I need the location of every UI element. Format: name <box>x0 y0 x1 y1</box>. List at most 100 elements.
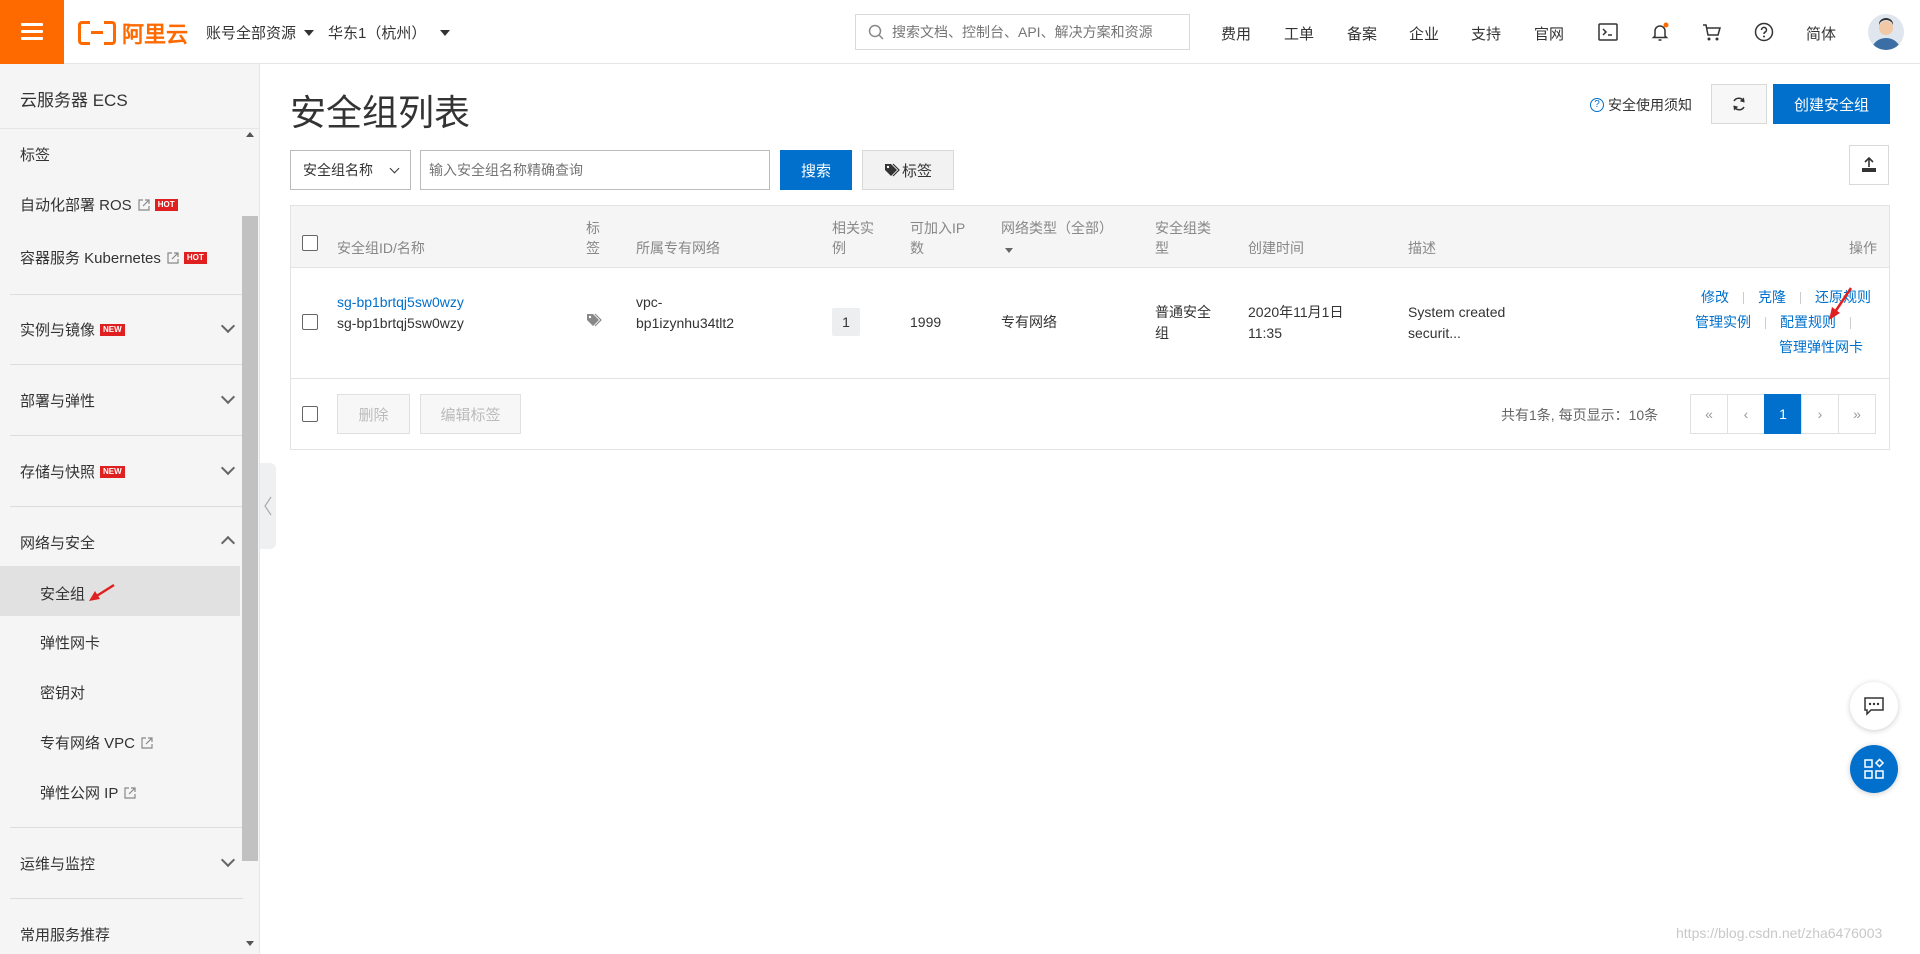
language-switch[interactable]: 简体 <box>1806 23 1836 44</box>
last-page-button[interactable]: » <box>1838 394 1876 434</box>
tag-icon[interactable] <box>586 313 604 329</box>
region-label: 华东1（杭州） <box>328 25 427 42</box>
select-all-checkbox[interactable] <box>302 235 318 251</box>
page-number-button[interactable]: 1 <box>1764 394 1802 434</box>
search-button[interactable]: 搜索 <box>780 150 852 190</box>
nav-icp-filing[interactable]: 备案 <box>1347 23 1377 44</box>
sidebar-item-eip[interactable]: 弹性公网 IP <box>40 782 136 803</box>
sidebar-item-ros[interactable]: 自动化部署 ROS HOT <box>20 194 178 215</box>
hot-badge: HOT <box>183 251 207 264</box>
edit-tags-button[interactable]: 编辑标签 <box>420 394 521 434</box>
filter-caret-icon[interactable] <box>1005 248 1013 253</box>
aliyun-logo[interactable]: 阿里云 <box>78 17 188 49</box>
sidebar-group-instances-images[interactable]: 实例与镜像 NEW <box>20 319 125 340</box>
related-instances-count[interactable]: 1 <box>832 308 860 336</box>
cart-icon[interactable] <box>1700 20 1724 44</box>
nav-tickets[interactable]: 工单 <box>1284 23 1314 44</box>
column-header-id-name: 安全组ID/名称 <box>337 240 425 256</box>
active-item-highlight <box>0 566 240 616</box>
sidebar-group-ops-monitoring[interactable]: 运维与监控 <box>20 853 95 874</box>
external-link-icon <box>138 198 150 211</box>
sidebar-group-storage-snapshots[interactable]: 存储与快照 NEW <box>20 461 125 482</box>
tag-filter-button[interactable]: 标签 <box>862 150 954 190</box>
delete-button[interactable]: 删除 <box>337 394 410 434</box>
external-link-icon <box>141 736 153 749</box>
chevron-down-icon[interactable] <box>220 460 236 476</box>
sidebar-group-deploy-elastic[interactable]: 部署与弹性 <box>20 390 95 411</box>
security-notice-link[interactable]: ? 安全使用须知 <box>1590 95 1692 115</box>
apps-grid-icon <box>1864 758 1885 779</box>
divider <box>10 364 243 365</box>
vpc-id-line2: bp1izynhu34tlt2 <box>636 315 735 331</box>
next-page-button[interactable]: › <box>1801 394 1839 434</box>
create-security-group-button[interactable]: 创建安全组 <box>1773 84 1890 124</box>
sidebar-item-keypairs[interactable]: 密钥对 <box>40 682 85 703</box>
chevron-down-icon[interactable] <box>220 852 236 868</box>
column-header-network-type[interactable]: 网络类型（全部） <box>1001 218 1113 258</box>
manage-eni-link[interactable]: 管理弹性网卡 <box>1779 337 1863 357</box>
terminal-icon[interactable] <box>1596 20 1620 44</box>
watermark: https://blog.csdn.net/zha6476003 <box>1676 925 1883 941</box>
column-header-created: 创建时间 <box>1248 240 1304 256</box>
sidebar-group-label: 网络与安全 <box>20 535 96 552</box>
table-header: 安全组ID/名称 标 签 所属专有网络 相关实 例 可加入IP 数 网络类型（全… <box>291 206 1889 268</box>
column-header-tag: 标 签 <box>586 220 600 256</box>
sidebar-item-label: 密钥对 <box>40 685 86 702</box>
nav-support[interactable]: 支持 <box>1471 23 1501 44</box>
hot-badge: HOT <box>154 198 178 211</box>
divider <box>1800 292 1801 305</box>
filter-field-select[interactable]: 安全组名称 <box>290 150 411 190</box>
row-checkbox[interactable] <box>302 314 318 330</box>
sidebar-group-label: 常用服务推荐 <box>20 927 111 944</box>
sidebar-item-vpc[interactable]: 专有网络 VPC <box>40 732 153 753</box>
sidebar-group-recommended[interactable]: 常用服务推荐 <box>20 924 110 945</box>
manage-instances-link[interactable]: 管理实例 <box>1695 314 1751 330</box>
quick-apps-button[interactable] <box>1850 745 1898 793</box>
sidebar-item-tags[interactable]: 标签 <box>20 144 50 165</box>
nav-official-site[interactable]: 官网 <box>1534 23 1564 44</box>
modify-link[interactable]: 修改 <box>1701 289 1729 305</box>
red-arrow-annotation-icon <box>1829 287 1853 320</box>
column-header-description: 描述 <box>1408 240 1436 256</box>
bell-icon[interactable] <box>1648 20 1672 44</box>
scroll-up-arrow[interactable] <box>246 132 254 137</box>
avatar[interactable] <box>1868 14 1904 50</box>
first-page-button[interactable]: « <box>1690 394 1728 434</box>
chevron-down-icon[interactable] <box>220 389 236 405</box>
global-search-input[interactable] <box>892 24 1172 40</box>
feedback-chat-button[interactable] <box>1850 682 1898 730</box>
refresh-button[interactable] <box>1711 84 1767 124</box>
sidebar-item-label: 专有网络 VPC <box>40 735 136 752</box>
sidebar-item-security-group[interactable]: 安全组 <box>40 582 117 604</box>
sidebar-group-network-security[interactable]: 网络与安全 <box>20 532 95 553</box>
region-dropdown[interactable]: 华东1（杭州） <box>328 22 451 43</box>
sidebar-item-label: 自动化部署 ROS <box>20 197 132 214</box>
account-scope-dropdown[interactable]: 账号全部资源 <box>206 22 315 43</box>
page-title: 安全组列表 <box>290 92 471 133</box>
chevron-down-icon[interactable] <box>220 318 236 334</box>
sidebar-item-label: 标签 <box>20 147 51 164</box>
security-group-search-input[interactable] <box>420 150 770 190</box>
menu-icon <box>21 23 43 41</box>
divider <box>10 506 243 507</box>
prev-page-button[interactable]: ‹ <box>1727 394 1765 434</box>
sidebar-scrollbar[interactable] <box>242 216 258 861</box>
sidebar-item-kubernetes[interactable]: 容器服务 Kubernetes HOT <box>20 247 207 268</box>
sidebar-item-label: 弹性网卡 <box>40 635 101 652</box>
tag-icon <box>884 163 900 177</box>
hamburger-menu-button[interactable] <box>0 0 64 64</box>
export-button[interactable] <box>1849 145 1889 185</box>
export-icon <box>1862 156 1876 172</box>
security-group-id-link[interactable]: sg-bp1brtqj5sw0wzy <box>337 292 471 312</box>
chevron-up-icon[interactable] <box>220 535 236 551</box>
column-header-sg-type: 安全组类 型 <box>1155 220 1211 256</box>
nav-enterprise[interactable]: 企业 <box>1409 23 1439 44</box>
scroll-down-arrow[interactable] <box>246 941 254 946</box>
clone-link[interactable]: 克隆 <box>1758 289 1786 305</box>
sidebar-collapse-handle[interactable] <box>260 463 276 549</box>
footer-select-all-checkbox[interactable] <box>302 406 318 422</box>
sidebar-item-eni[interactable]: 弹性网卡 <box>40 632 100 653</box>
nav-fees[interactable]: 费用 <box>1221 23 1251 44</box>
global-search-box[interactable] <box>855 14 1190 50</box>
help-icon[interactable] <box>1752 20 1776 44</box>
